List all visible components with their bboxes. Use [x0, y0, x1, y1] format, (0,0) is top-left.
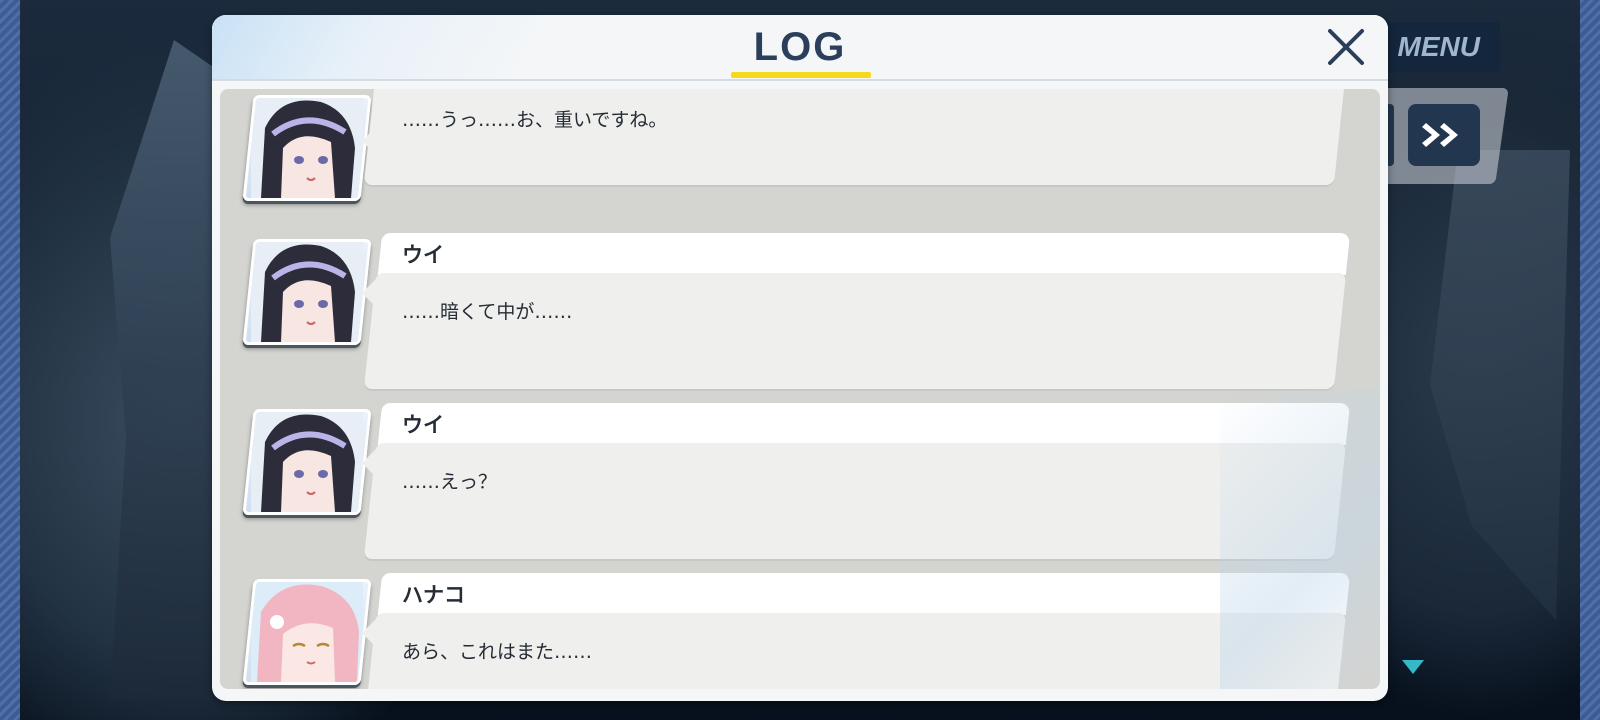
ui-portrait: [251, 412, 363, 512]
scroll-down-indicator-icon: [1402, 660, 1424, 674]
speaker-portrait: [242, 579, 372, 685]
fast-forward-icon: [1422, 123, 1458, 147]
ui-portrait: [251, 98, 363, 198]
speaker-portrait: [242, 239, 372, 345]
log-list[interactable]: ……うっ……お、重いですね。 ウイ ……暗くて中が…… ウイ ……えっ？ ハナコ…: [220, 89, 1380, 689]
speaker-name-bar: [377, 403, 1351, 445]
speaker-name: ウイ: [402, 413, 444, 437]
speaker-portrait: [242, 409, 372, 515]
dialogue-tail: [362, 619, 376, 647]
log-entry: ……うっ……お、重いですね。: [220, 89, 1380, 201]
dialogue-text: ……暗くて中が……: [402, 301, 573, 323]
log-title-underline: [731, 72, 871, 78]
speaker-name: ウイ: [402, 243, 444, 267]
speaker-name-bar: [377, 233, 1351, 275]
dialogue-box: [363, 89, 1347, 185]
left-border-stripe: [0, 0, 20, 720]
close-button[interactable]: [1324, 25, 1368, 69]
dialogue-text: ……えっ？: [402, 471, 498, 493]
log-entry: ウイ ……暗くて中が……: [220, 233, 1380, 393]
fast-forward-button[interactable]: [1408, 104, 1480, 166]
log-window: LOG ……うっ……お、重いですね。 ウイ ……暗くて中が…… ウイ ……えっ？…: [212, 15, 1388, 701]
hanako-portrait: [251, 582, 363, 682]
log-entry: ハナコ あら、これはまた……: [220, 573, 1380, 689]
dialogue-text: ……うっ……お、重いですね。: [402, 109, 668, 131]
close-icon: [1328, 29, 1364, 65]
dialogue-tail: [362, 449, 376, 477]
speaker-name: ハナコ: [402, 583, 465, 607]
dialogue-box: [363, 273, 1347, 389]
speaker-portrait: [242, 95, 372, 201]
speaker-name-bar: [377, 573, 1351, 615]
dialogue-box: [363, 443, 1347, 559]
menu-label: MENU: [1397, 31, 1480, 62]
right-border-stripe: [1580, 0, 1600, 720]
log-title: LOG: [753, 25, 847, 69]
dialogue-text: あら、これはまた……: [402, 641, 593, 663]
log-header: LOG: [212, 15, 1388, 81]
dialogue-tail: [362, 279, 376, 307]
ui-portrait: [251, 242, 363, 342]
log-entry: ウイ ……えっ？: [220, 403, 1380, 563]
menu-button[interactable]: MENU: [1378, 22, 1500, 72]
dialogue-tail: [362, 127, 376, 155]
